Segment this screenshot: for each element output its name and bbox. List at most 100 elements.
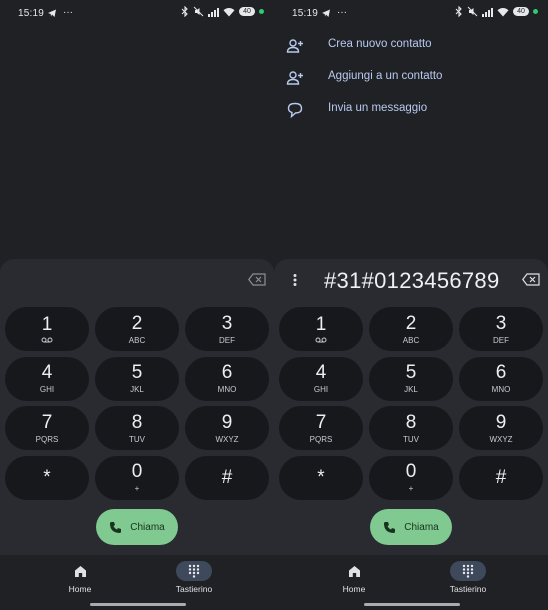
right-screen: 15:19 ··· 40 Crea nuovo contatto Aggiung…: [274, 0, 548, 610]
key-9[interactable]: 9 WXYZ: [185, 406, 269, 450]
call-button[interactable]: Chiama: [96, 509, 178, 545]
phone-icon: [110, 521, 122, 533]
key-hash[interactable]: #: [185, 455, 269, 500]
dialed-number[interactable]: #31#0123456789: [324, 268, 500, 294]
key-7[interactable]: 7 PQRS: [5, 406, 89, 450]
key-digit: *: [43, 466, 51, 488]
add-person-icon: [286, 39, 303, 53]
key-3[interactable]: 3 DEF: [459, 307, 543, 351]
dialpad-icon: [188, 564, 200, 578]
key-digit: 9: [495, 411, 507, 433]
privacy-dot-icon: [259, 9, 264, 14]
send-message-item[interactable]: Invia un messaggio: [274, 94, 548, 126]
add-person-icon: [286, 71, 303, 85]
home-icon: [348, 565, 360, 577]
telegram-icon: [48, 9, 56, 17]
key-letters: WXYZ: [489, 434, 513, 444]
key-digit: 4: [41, 362, 53, 383]
key-digit: 7: [41, 411, 53, 433]
status-time: 15:19: [292, 8, 319, 19]
key-star[interactable]: *: [279, 455, 363, 500]
key-digit: 5: [131, 362, 143, 383]
nav-home[interactable]: Home: [306, 561, 402, 601]
left-screen: 15:19 ··· 40 1 2 ABC 3 DEF 4 GHI 5 JKL 6 MNO 7 PQRS 8…: [0, 0, 274, 610]
nav-keypad[interactable]: Tastierino: [420, 561, 516, 601]
nav-keypad-label: Tastierino: [175, 584, 213, 594]
wifi-icon: [223, 7, 235, 16]
key-digit: 8: [131, 411, 143, 433]
dialer-panel: #31#0123456789 1 2 ABC 3 DEF 4 GHI 5 JKL 6 MNO 7 PQR…: [274, 259, 548, 555]
key-0[interactable]: 0 +: [369, 455, 453, 500]
key-digit: 9: [221, 411, 233, 433]
call-label: Chiama: [130, 521, 165, 533]
add-to-contact-item[interactable]: Aggiungi a un contatto: [274, 62, 548, 94]
key-digit: 6: [495, 362, 507, 383]
mute-icon: [193, 6, 204, 17]
status-bar: 15:19 ··· 40: [274, 0, 548, 26]
key-1[interactable]: 1: [279, 307, 363, 351]
key-0[interactable]: 0 +: [95, 455, 179, 500]
key-3[interactable]: 3 DEF: [185, 307, 269, 351]
key-letters: +: [408, 484, 414, 493]
key-digit: 3: [221, 312, 233, 334]
key-8[interactable]: 8 TUV: [95, 406, 179, 450]
more-vert-icon[interactable]: [288, 270, 302, 290]
gesture-bar[interactable]: [90, 603, 186, 606]
key-letters: ABC: [128, 335, 146, 345]
key-letters: DEF: [219, 335, 235, 345]
key-7[interactable]: 7 PQRS: [279, 406, 363, 450]
key-digit: 6: [221, 362, 233, 383]
key-letters: JKL: [130, 385, 144, 394]
nav-home[interactable]: Home: [32, 561, 128, 601]
key-digit: 1: [315, 314, 327, 335]
contact-actions: Crea nuovo contatto Aggiungi a un contat…: [274, 30, 548, 126]
key-letters: TUV: [403, 434, 419, 444]
key-letters: ABC: [402, 335, 420, 345]
home-icon: [74, 565, 86, 577]
gesture-bar[interactable]: [364, 603, 460, 606]
key-digit: 7: [315, 411, 327, 433]
phone-icon: [384, 521, 396, 533]
dialpad-icon: [462, 564, 474, 578]
key-5[interactable]: 5 JKL: [95, 356, 179, 401]
voicemail-icon: [315, 337, 327, 343]
backspace-icon[interactable]: [248, 273, 266, 286]
call-label: Chiama: [404, 521, 439, 533]
key-digit: 0: [131, 461, 143, 482]
nav-keypad[interactable]: Tastierino: [146, 561, 242, 601]
call-button[interactable]: Chiama: [370, 509, 452, 545]
backspace-icon[interactable]: [522, 273, 540, 286]
key-letters: +: [134, 484, 140, 493]
nav-keypad-label: Tastierino: [449, 584, 487, 594]
key-6[interactable]: 6 MNO: [185, 356, 269, 401]
key-hash[interactable]: #: [459, 455, 543, 500]
key-4[interactable]: 4 GHI: [279, 356, 363, 401]
key-letters: PQRS: [35, 434, 59, 444]
bluetooth-icon: [181, 6, 188, 17]
add-to-contact-label: Aggiungi a un contatto: [328, 70, 443, 82]
key-digit: 2: [131, 312, 143, 334]
key-digit: #: [221, 466, 233, 488]
key-4[interactable]: 4 GHI: [5, 356, 89, 401]
key-2[interactable]: 2 ABC: [95, 307, 179, 351]
key-digit: 4: [315, 362, 327, 383]
create-contact-item[interactable]: Crea nuovo contatto: [274, 30, 548, 62]
key-letters: WXYZ: [215, 434, 239, 444]
key-6[interactable]: 6 MNO: [459, 356, 543, 401]
number-row: #31#0123456789: [274, 259, 548, 301]
key-5[interactable]: 5 JKL: [369, 356, 453, 401]
key-letters: MNO: [491, 385, 511, 394]
status-time: 15:19: [18, 8, 45, 19]
key-2[interactable]: 2 ABC: [369, 307, 453, 351]
key-letters: MNO: [217, 385, 237, 394]
mute-icon: [467, 6, 478, 17]
privacy-dot-icon: [533, 9, 538, 14]
key-9[interactable]: 9 WXYZ: [459, 406, 543, 450]
key-8[interactable]: 8 TUV: [369, 406, 453, 450]
key-letters: GHI: [39, 385, 55, 394]
voicemail-icon: [41, 337, 53, 343]
key-1[interactable]: 1: [5, 307, 89, 351]
key-digit: 5: [405, 362, 417, 383]
key-star[interactable]: *: [5, 455, 89, 500]
telegram-icon: [322, 9, 330, 17]
